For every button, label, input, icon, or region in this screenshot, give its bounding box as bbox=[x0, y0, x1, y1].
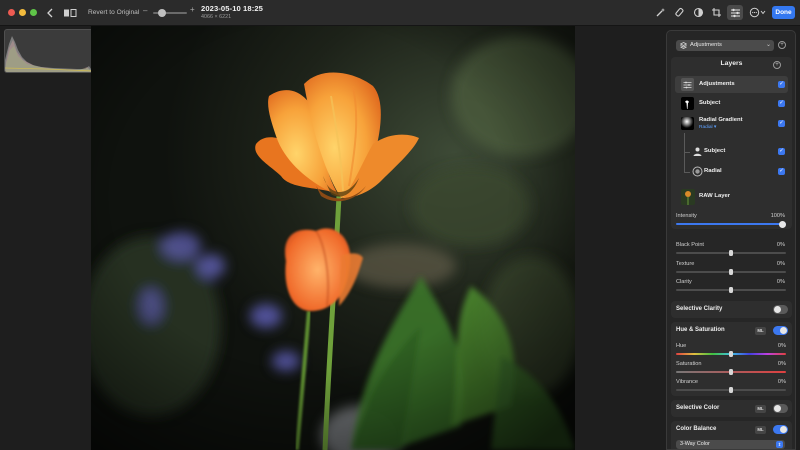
mask-row-radial[interactable]: Radial ✓ bbox=[691, 163, 788, 180]
crop-icon[interactable] bbox=[708, 5, 724, 20]
ml-button[interactable]: ML bbox=[755, 426, 766, 434]
layer-visibility-checkbox[interactable]: ✓ bbox=[778, 120, 785, 127]
photo-dimensions: 4066 × 6221 bbox=[201, 14, 232, 20]
layer-label: Radial Gradient bbox=[699, 117, 743, 123]
hue-saturation-section: Hue & Saturation ML Hue 0% Saturation 0%… bbox=[671, 322, 792, 396]
hue-saturation-title: Hue & Saturation bbox=[676, 327, 725, 333]
person-icon bbox=[691, 145, 704, 158]
color-balance-section: Color Balance ML 3-Way Color ⇕ bbox=[671, 421, 792, 449]
color-balance-mode-dropdown[interactable]: 3-Way Color ⇕ bbox=[676, 440, 785, 449]
selective-color-title: Selective Color bbox=[676, 405, 720, 411]
radial-mask-thumbnail bbox=[681, 117, 694, 130]
layer-visibility-checkbox[interactable]: ✓ bbox=[778, 81, 785, 88]
layer-row-radial-gradient[interactable]: Radial Gradient Radial ▾ ✓ bbox=[675, 114, 788, 136]
zoom-out-button[interactable]: – bbox=[143, 6, 147, 15]
tree-connector bbox=[684, 172, 690, 173]
intensity-label: Intensity bbox=[676, 213, 697, 219]
add-adjustment-button[interactable]: + bbox=[778, 41, 786, 49]
mask-label: Radial bbox=[704, 168, 722, 174]
color-balance-mode-label: 3-Way Color bbox=[680, 441, 710, 447]
texture-label: Texture bbox=[676, 261, 695, 267]
ml-button[interactable]: ML bbox=[755, 405, 766, 413]
clarity-value: 0% bbox=[776, 279, 785, 285]
color-balance-title: Color Balance bbox=[676, 426, 717, 432]
layer-label: RAW Layer bbox=[699, 193, 731, 199]
texture-slider-knob[interactable] bbox=[729, 269, 733, 275]
intensity-slider[interactable] bbox=[676, 223, 786, 225]
more-icon[interactable] bbox=[748, 5, 768, 20]
black-point-slider-knob[interactable] bbox=[729, 250, 733, 256]
saturation-value: 0% bbox=[777, 361, 786, 367]
hue-value: 0% bbox=[777, 343, 786, 349]
mask-label: Subject bbox=[704, 148, 726, 154]
saturation-slider-knob[interactable] bbox=[729, 369, 733, 375]
sliders-icon bbox=[681, 78, 694, 91]
clarity-label: Clarity bbox=[676, 279, 692, 285]
layers-section: Layers + Adjustments ✓ Subject ✓ Radial … bbox=[671, 57, 792, 229]
vibrance-slider-knob[interactable] bbox=[729, 387, 733, 393]
chevron-down-icon: ⌄ bbox=[765, 42, 771, 48]
split-view-icon[interactable] bbox=[62, 5, 78, 21]
selective-clarity-title: Selective Clarity bbox=[676, 306, 723, 312]
vibrance-label: Vibrance bbox=[676, 379, 698, 385]
retouch-icon[interactable] bbox=[672, 5, 688, 20]
layer-label: Subject bbox=[699, 100, 721, 106]
layer-row-raw[interactable]: RAW Layer bbox=[675, 187, 788, 207]
intensity-slider-knob[interactable] bbox=[778, 220, 786, 228]
layer-mode-dropdown[interactable]: Radial ▾ bbox=[699, 125, 716, 130]
adjustments-dropdown[interactable]: Adjustments ⌄ bbox=[676, 40, 774, 51]
adjustments-panel: Adjustments ⌄ + Layers + Adjustments ✓ S… bbox=[666, 30, 796, 450]
adjustments-dropdown-label: Adjustments bbox=[690, 42, 722, 48]
layer-row-adjustments[interactable]: Adjustments ✓ bbox=[675, 76, 788, 93]
mask-visibility-checkbox[interactable]: ✓ bbox=[778, 148, 785, 155]
saturation-label: Saturation bbox=[676, 361, 702, 367]
photo-canvas[interactable] bbox=[91, 26, 575, 450]
minimize-window-button[interactable] bbox=[19, 9, 26, 16]
histogram bbox=[4, 29, 93, 73]
zoom-in-button[interactable]: + bbox=[190, 5, 195, 14]
close-window-button[interactable] bbox=[8, 9, 15, 16]
adjust-icon[interactable] bbox=[727, 5, 743, 20]
black-point-label: Black Point bbox=[676, 242, 704, 248]
vibrance-value: 0% bbox=[777, 379, 786, 385]
selective-clarity-section: Selective Clarity bbox=[671, 301, 792, 318]
revert-to-original-button[interactable]: Revert to Original bbox=[84, 6, 143, 19]
ml-button[interactable]: ML bbox=[755, 327, 766, 335]
clarity-slider-knob[interactable] bbox=[729, 287, 733, 293]
raw-photo-thumbnail bbox=[681, 189, 695, 205]
magic-wand-icon[interactable] bbox=[652, 5, 668, 20]
tree-connector bbox=[684, 152, 690, 153]
layer-row-subject[interactable]: Subject ✓ bbox=[675, 95, 788, 112]
zoom-window-button[interactable] bbox=[30, 9, 37, 16]
mask-row-subject[interactable]: Subject ✓ bbox=[691, 143, 788, 160]
layer-label: Adjustments bbox=[699, 81, 735, 87]
photo-title: 2023-05-10 18:25 bbox=[201, 4, 263, 13]
hue-label: Hue bbox=[676, 343, 687, 349]
tree-connector bbox=[684, 133, 685, 173]
color-balance-toggle[interactable] bbox=[773, 425, 788, 434]
add-layer-button[interactable]: + bbox=[773, 61, 781, 69]
intensity-value: 100% bbox=[770, 213, 785, 219]
chevron-updown-icon: ⇕ bbox=[776, 441, 783, 448]
hue-saturation-toggle[interactable] bbox=[773, 326, 788, 335]
selective-color-section: Selective Color ML bbox=[671, 400, 792, 417]
zoom-slider-knob[interactable] bbox=[158, 9, 166, 17]
red-eye-icon[interactable] bbox=[690, 5, 706, 20]
layer-visibility-checkbox[interactable]: ✓ bbox=[778, 100, 785, 107]
toolbar: Revert to Original – + 2023-05-10 18:25 … bbox=[0, 0, 800, 26]
done-button[interactable]: Done bbox=[772, 6, 795, 19]
radial-icon bbox=[691, 165, 704, 178]
selective-clarity-toggle[interactable] bbox=[773, 305, 788, 314]
mask-visibility-checkbox[interactable]: ✓ bbox=[778, 168, 785, 175]
layers-stack-icon bbox=[679, 42, 688, 54]
subject-mask-thumbnail bbox=[681, 97, 694, 110]
black-point-value: 0% bbox=[776, 242, 785, 248]
texture-value: 0% bbox=[776, 261, 785, 267]
hue-slider-knob[interactable] bbox=[729, 351, 733, 357]
selective-color-toggle[interactable] bbox=[773, 404, 788, 413]
back-icon[interactable] bbox=[44, 5, 56, 21]
